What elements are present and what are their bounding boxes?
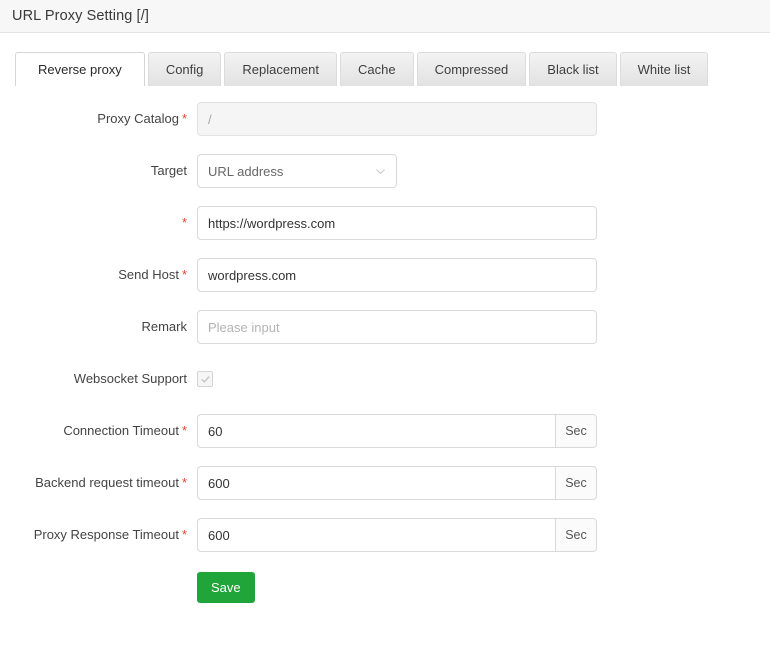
tab-compressed[interactable]: Compressed	[417, 52, 527, 86]
check-icon	[200, 374, 211, 385]
tab-label: Replacement	[242, 62, 319, 77]
field-connection-timeout: Sec	[197, 414, 597, 448]
label-remark: Remark	[0, 310, 197, 344]
label-text: Proxy Response Timeout	[34, 527, 179, 542]
field-send-host	[197, 258, 597, 292]
required-marker: *	[182, 111, 187, 126]
label-text: Target	[151, 163, 187, 178]
label-proxy-catalog: Proxy Catalog*	[0, 102, 197, 136]
backend-request-timeout-group: Sec	[197, 466, 597, 500]
label-text: Proxy Catalog	[97, 111, 179, 126]
form-row-target: Target URL address	[0, 154, 770, 188]
tab-label: White list	[638, 62, 691, 77]
websocket-support-checkbox[interactable]	[197, 371, 213, 387]
target-select[interactable]: URL address	[197, 154, 397, 188]
required-marker: *	[182, 423, 187, 438]
proxy-response-timeout-group: Sec	[197, 518, 597, 552]
label-target: Target	[0, 154, 197, 188]
field-proxy-response-timeout: Sec	[197, 518, 597, 552]
reverse-proxy-form: Proxy Catalog* Target URL address *	[0, 86, 770, 604]
label-text: Backend request timeout	[35, 475, 179, 490]
label-proxy-response-timeout: Proxy Response Timeout*	[0, 518, 197, 552]
tab-label: Compressed	[435, 62, 509, 77]
proxy-response-timeout-unit: Sec	[555, 518, 597, 552]
tab-replacement[interactable]: Replacement	[224, 52, 337, 86]
tab-cache[interactable]: Cache	[340, 52, 414, 86]
connection-timeout-group: Sec	[197, 414, 597, 448]
field-target-url	[197, 206, 597, 240]
label-connection-timeout: Connection Timeout*	[0, 414, 197, 448]
required-marker: *	[182, 267, 187, 282]
tab-label: Config	[166, 62, 204, 77]
label-text: Connection Timeout	[63, 423, 179, 438]
required-marker: *	[182, 527, 187, 542]
tab-white-list[interactable]: White list	[620, 52, 709, 86]
label-text: Remark	[141, 319, 187, 334]
backend-request-timeout-unit: Sec	[555, 466, 597, 500]
label-text: Websocket Support	[74, 371, 187, 386]
tab-label: Black list	[547, 62, 598, 77]
form-row-remark: Remark	[0, 310, 770, 344]
field-submit: Save	[197, 572, 255, 603]
required-marker: *	[182, 215, 187, 230]
send-host-input[interactable]	[197, 258, 597, 292]
field-websocket-support	[197, 371, 213, 387]
form-row-connection-timeout: Connection Timeout* Sec	[0, 414, 770, 448]
field-proxy-catalog	[197, 102, 597, 136]
field-target: URL address	[197, 154, 397, 188]
save-button[interactable]: Save	[197, 572, 255, 603]
label-text: Send Host	[118, 267, 179, 282]
form-row-target-url: *	[0, 206, 770, 240]
form-row-proxy-response-timeout: Proxy Response Timeout* Sec	[0, 518, 770, 552]
page-title: URL Proxy Setting [/]	[12, 8, 149, 24]
remark-input[interactable]	[197, 310, 597, 344]
page-header: URL Proxy Setting [/]	[0, 0, 770, 33]
label-websocket-support: Websocket Support	[0, 362, 197, 396]
label-target-url: *	[0, 206, 197, 240]
backend-request-timeout-input[interactable]	[197, 466, 555, 500]
field-remark	[197, 310, 597, 344]
target-select-value: URL address	[208, 164, 283, 179]
tab-label: Cache	[358, 62, 396, 77]
connection-timeout-input[interactable]	[197, 414, 555, 448]
field-backend-request-timeout: Sec	[197, 466, 597, 500]
tab-bar: Reverse proxy Config Replacement Cache C…	[0, 33, 770, 86]
label-send-host: Send Host*	[0, 258, 197, 292]
tab-black-list[interactable]: Black list	[529, 52, 616, 86]
connection-timeout-unit: Sec	[555, 414, 597, 448]
label-backend-request-timeout: Backend request timeout*	[0, 466, 197, 500]
proxy-catalog-input[interactable]	[197, 102, 597, 136]
required-marker: *	[182, 475, 187, 490]
chevron-down-icon	[375, 166, 386, 177]
tab-label: Reverse proxy	[38, 62, 122, 77]
tab-reverse-proxy[interactable]: Reverse proxy	[15, 52, 145, 86]
proxy-response-timeout-input[interactable]	[197, 518, 555, 552]
form-row-proxy-catalog: Proxy Catalog*	[0, 102, 770, 136]
target-url-input[interactable]	[197, 206, 597, 240]
form-row-backend-request-timeout: Backend request timeout* Sec	[0, 466, 770, 500]
form-row-websocket-support: Websocket Support	[0, 362, 770, 396]
tab-config[interactable]: Config	[148, 52, 222, 86]
form-row-send-host: Send Host*	[0, 258, 770, 292]
form-row-submit: Save	[0, 570, 770, 604]
